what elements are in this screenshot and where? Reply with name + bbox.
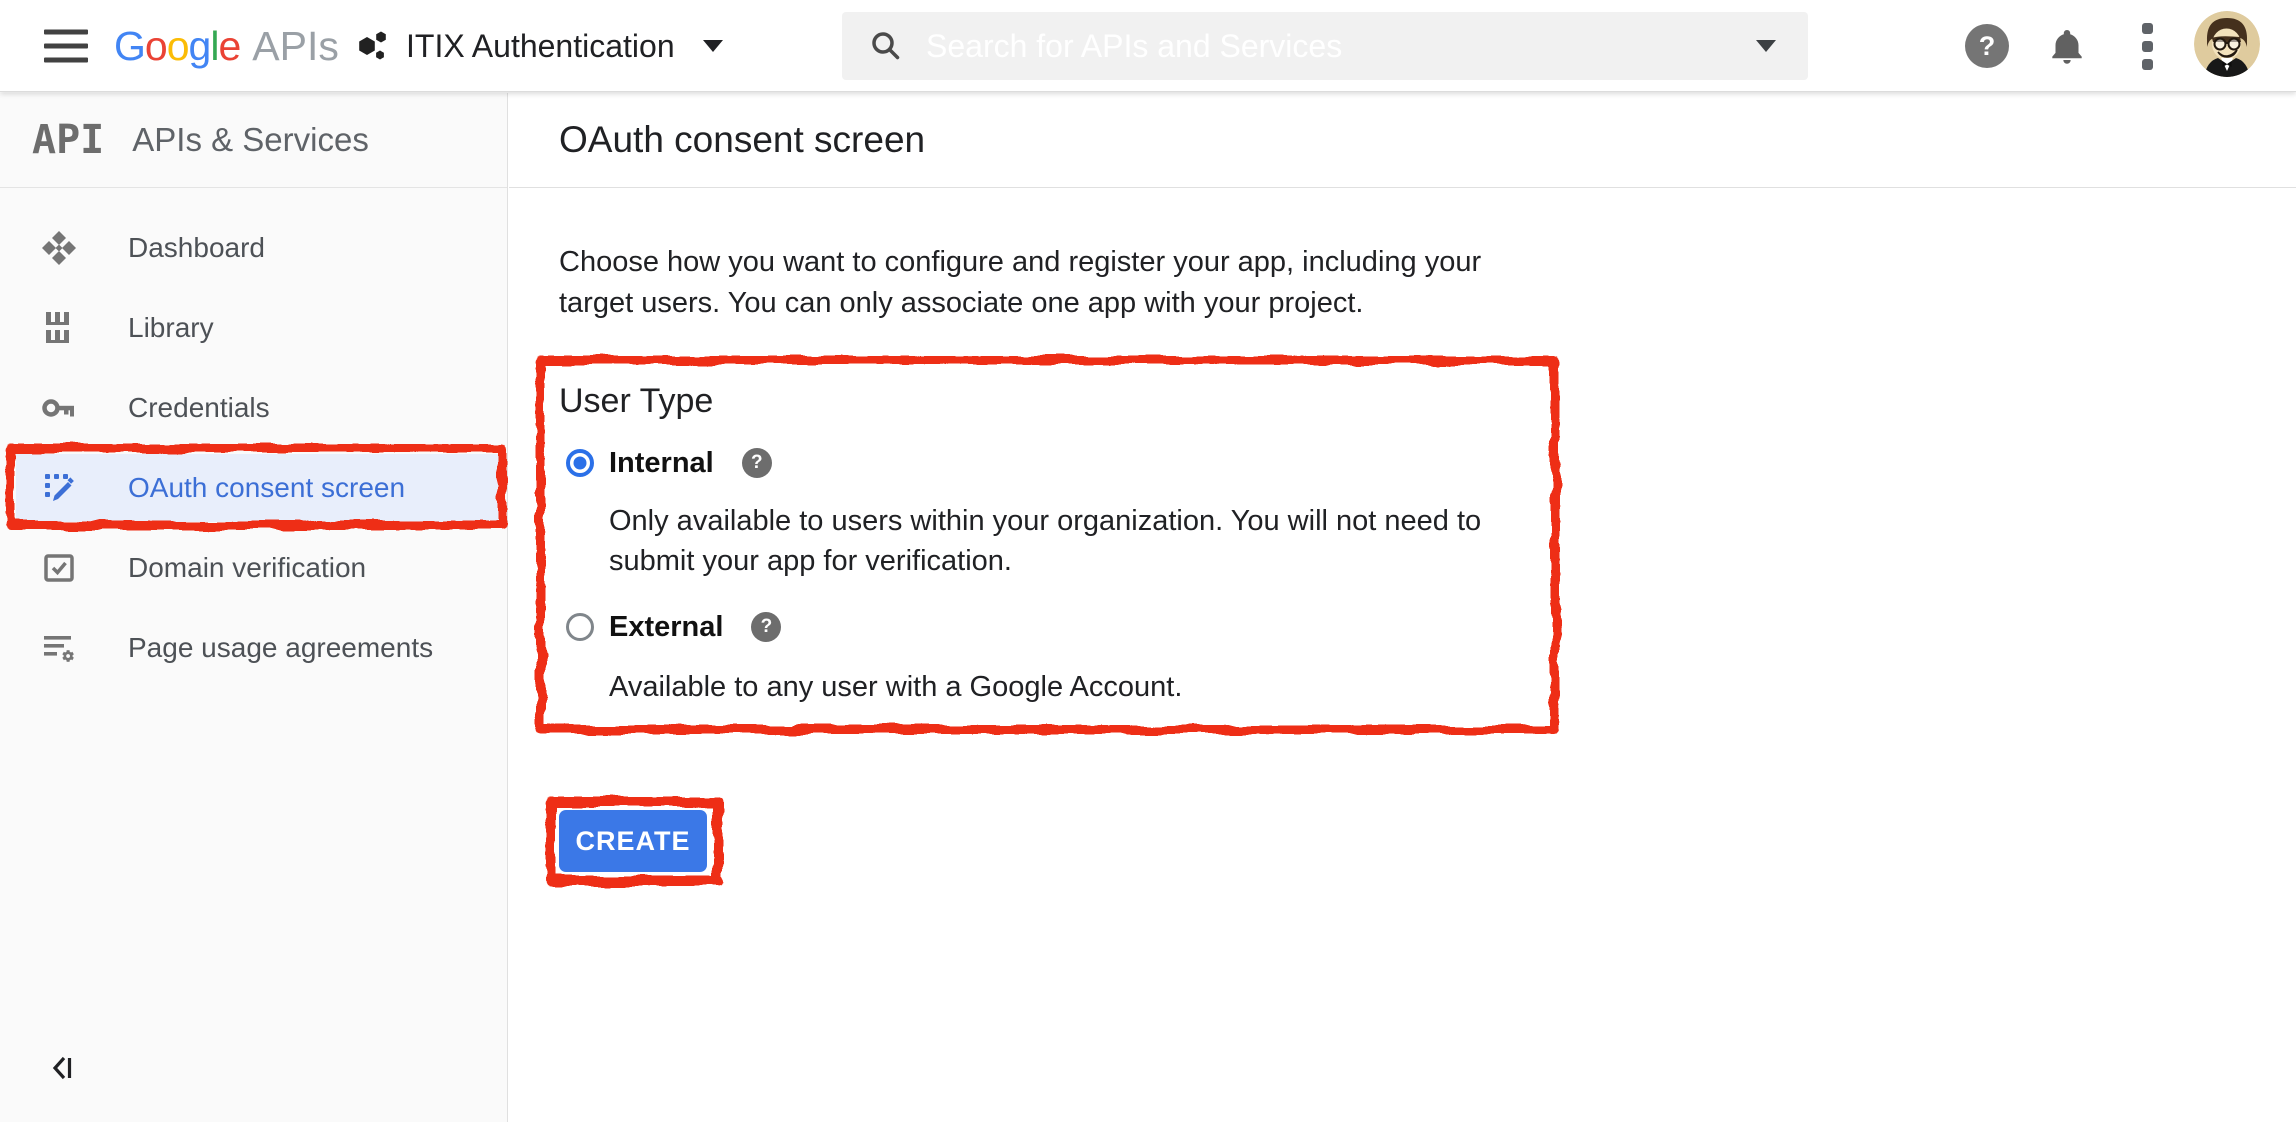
oauth-consent-icon	[40, 469, 78, 507]
chevron-down-icon	[703, 40, 723, 52]
google-apis-logo: G o o g l e APIs	[114, 0, 339, 92]
logo-letter: e	[218, 23, 240, 70]
more-options-button[interactable]	[2142, 23, 2153, 77]
sidebar-item-domain-verification[interactable]: Domain verification	[0, 528, 507, 608]
logo-letter: o	[167, 23, 189, 70]
main-panel: OAuth consent screen Choose how you want…	[509, 93, 2296, 1122]
logo-letter: G	[114, 23, 145, 70]
top-app-bar: G o o g l e APIs ITIX Authentication ?	[0, 0, 2296, 92]
project-name: ITIX Authentication	[406, 28, 675, 65]
search-input[interactable]	[924, 27, 1808, 66]
radio-external[interactable]	[566, 613, 594, 641]
collapse-sidebar-button[interactable]	[46, 1051, 80, 1090]
domain-verification-icon	[40, 549, 78, 587]
api-logo: API	[32, 117, 104, 163]
sidebar-item-label: Library	[128, 312, 214, 344]
page-description: Choose how you want to configure and reg…	[559, 242, 2296, 324]
project-selector[interactable]: ITIX Authentication	[356, 0, 723, 92]
sidebar-item-page-usage-agreements[interactable]: Page usage agreements	[0, 608, 507, 688]
sidebar-header: API APIs & Services	[0, 93, 507, 188]
sidebar-item-library[interactable]: Library	[0, 288, 507, 368]
credentials-key-icon	[40, 389, 78, 427]
library-icon	[40, 309, 78, 347]
bell-icon	[2046, 25, 2088, 67]
logo-letter: l	[210, 23, 218, 70]
search-bar[interactable]	[842, 12, 1808, 80]
sidebar-title: APIs & Services	[132, 121, 369, 159]
dashboard-icon	[40, 229, 78, 267]
sidebar-item-label: OAuth consent screen	[128, 472, 405, 504]
radio-external-label: External	[609, 611, 723, 644]
page-usage-agreements-icon	[40, 629, 78, 667]
logo-suffix: APIs	[252, 23, 339, 70]
page-content: Choose how you want to configure and reg…	[509, 242, 2296, 886]
sidebar-item-oauth-consent-screen[interactable]: OAuth consent screen	[0, 448, 507, 528]
radio-option-internal[interactable]: Internal ?	[566, 447, 1560, 479]
project-hexagons-icon	[356, 29, 390, 63]
radio-internal[interactable]	[566, 449, 594, 477]
logo-letter: o	[145, 23, 167, 70]
sidebar: API APIs & Services Dashboard	[0, 93, 508, 1122]
sidebar-nav: Dashboard Library	[0, 208, 507, 688]
question-mark-icon: ?	[1979, 31, 1996, 62]
internal-help-icon[interactable]: ?	[742, 448, 772, 478]
user-type-section: User Type Internal ? Only available to u…	[536, 356, 1560, 734]
sidebar-item-dashboard[interactable]: Dashboard	[0, 208, 507, 288]
collapse-sidebar-icon	[46, 1051, 80, 1085]
page-title: OAuth consent screen	[559, 119, 925, 161]
internal-description: Only available to users within your orga…	[609, 501, 1560, 581]
account-avatar[interactable]	[2194, 11, 2260, 77]
user-type-heading: User Type	[559, 382, 1560, 421]
create-button-section: CREATE	[546, 797, 723, 886]
sidebar-item-label: Page usage agreements	[128, 632, 433, 664]
hamburger-menu-icon[interactable]	[44, 29, 88, 62]
search-icon	[868, 28, 904, 64]
help-button[interactable]: ?	[1965, 24, 2009, 68]
search-dropdown-caret-icon[interactable]	[1756, 40, 1776, 52]
sidebar-item-label: Domain verification	[128, 552, 366, 584]
radio-internal-label: Internal	[609, 447, 714, 480]
external-help-icon[interactable]: ?	[751, 612, 781, 642]
page-header: OAuth consent screen	[509, 93, 2296, 188]
external-description: Available to any user with a Google Acco…	[609, 667, 1560, 707]
more-vert-icon	[2142, 23, 2153, 34]
sidebar-item-credentials[interactable]: Credentials	[0, 368, 507, 448]
create-button[interactable]: CREATE	[559, 810, 707, 872]
radio-option-external[interactable]: External ?	[566, 611, 1560, 643]
notifications-button[interactable]	[2046, 25, 2088, 72]
sidebar-item-label: Credentials	[128, 392, 270, 424]
sidebar-item-label: Dashboard	[128, 232, 265, 264]
logo-letter: g	[189, 23, 211, 70]
